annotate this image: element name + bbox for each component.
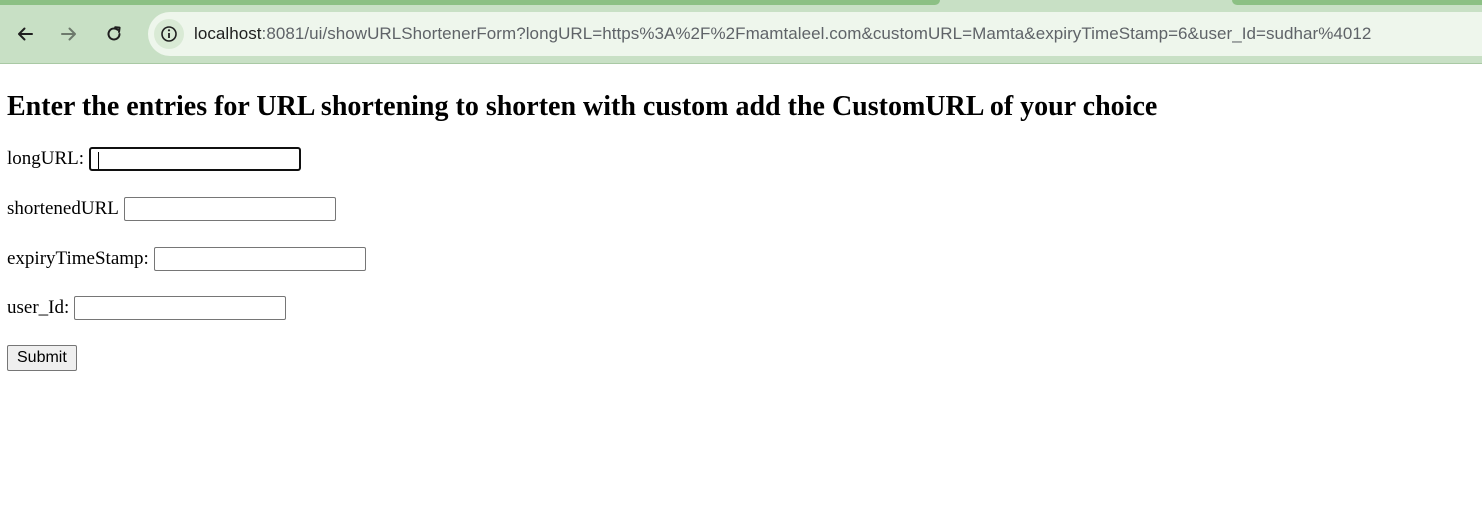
userid-row: user_Id:	[7, 296, 287, 320]
address-bar[interactable]: localhost:8081/ui/showURLShortenerForm?l…	[148, 12, 1482, 56]
url-text[interactable]: localhost:8081/ui/showURLShortenerForm?l…	[194, 24, 1371, 44]
reload-icon	[107, 26, 121, 41]
tab-strip	[0, 0, 1482, 6]
url-path: :8081/ui/showURLShortenerForm?longURL=ht…	[261, 24, 1372, 43]
expirytimestamp-row: expiryTimeStamp:	[7, 247, 366, 271]
info-icon	[161, 26, 177, 42]
url-host: localhost	[194, 24, 262, 43]
forward-button[interactable]	[53, 18, 85, 50]
userid-label: user_Id:	[7, 297, 70, 318]
expirytimestamp-label: expiryTimeStamp:	[7, 248, 149, 269]
longurl-row: longURL:	[7, 147, 302, 171]
back-button[interactable]	[9, 18, 41, 50]
longurl-label: longURL:	[7, 148, 85, 169]
arrow-right-icon	[61, 27, 76, 41]
tab-indicator[interactable]	[1232, 0, 1482, 5]
submit-button[interactable]: Submit	[7, 345, 77, 371]
shortenedurl-row: shortenedURL	[7, 197, 336, 221]
reload-button[interactable]	[98, 18, 130, 50]
page-heading: Enter the entries for URL shortening to …	[7, 91, 1158, 122]
expirytimestamp-input[interactable]	[153, 247, 366, 271]
longurl-input[interactable]	[89, 147, 302, 171]
active-tab-indicator[interactable]	[0, 0, 940, 5]
site-info-button[interactable]	[154, 19, 184, 49]
shortenedurl-label: shortenedURL	[7, 198, 119, 219]
shortenedurl-input[interactable]	[123, 197, 336, 221]
userid-input[interactable]	[74, 296, 287, 320]
arrow-left-icon	[18, 27, 33, 41]
text-caret	[98, 152, 99, 169]
page-content: Enter the entries for URL shortening to …	[7, 64, 1158, 371]
browser-toolbar: localhost:8081/ui/showURLShortenerForm?l…	[0, 0, 1482, 64]
